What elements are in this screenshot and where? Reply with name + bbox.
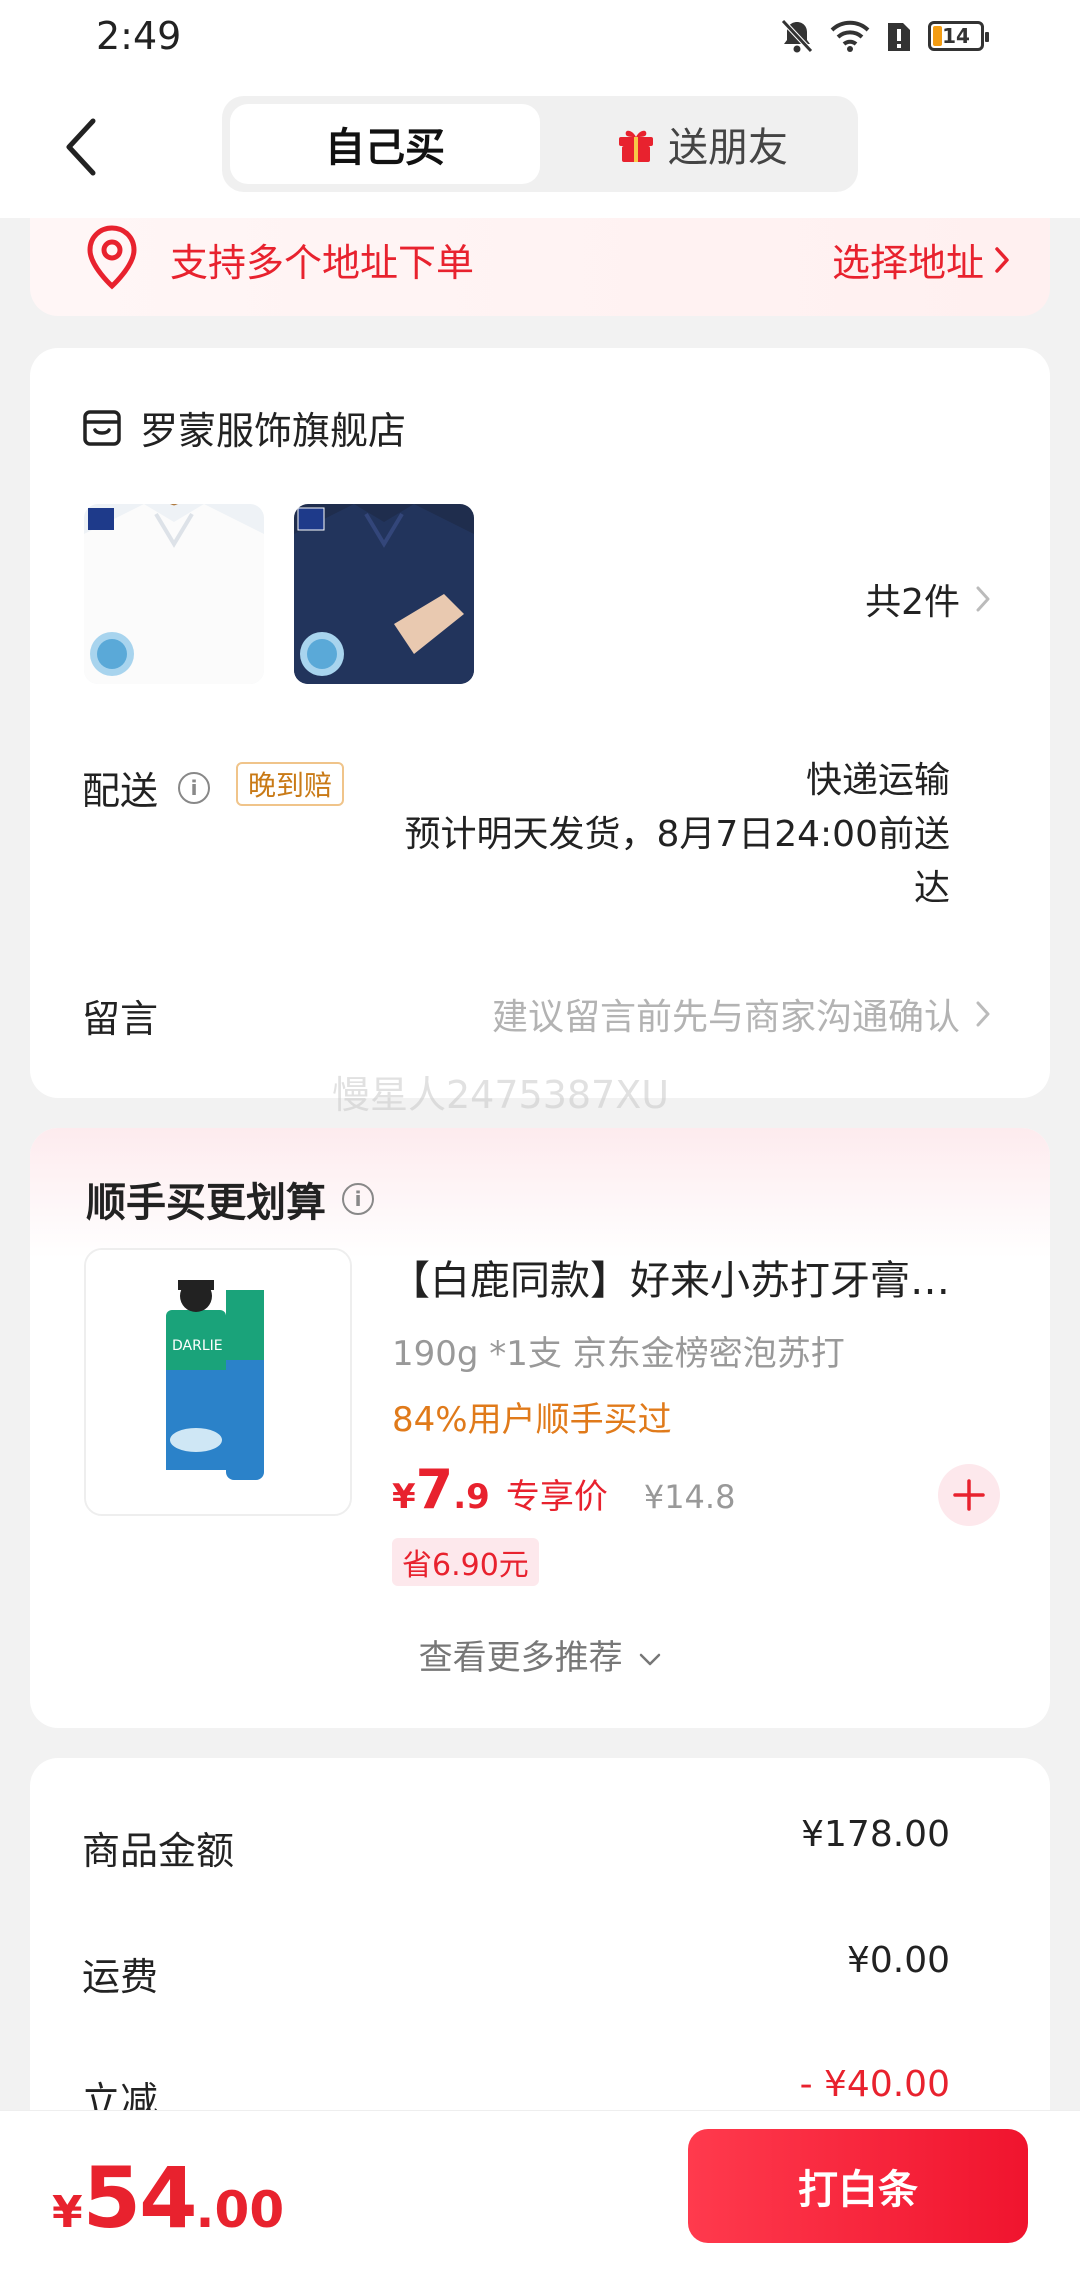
product-thumb-white-polo[interactable] <box>84 504 264 684</box>
status-bar: 2:49 14 <box>0 0 1080 76</box>
total-price: ¥ 54 .00 <box>52 2149 284 2247</box>
store-name: 罗蒙服饰旗舰店 <box>140 409 407 453</box>
item-count: 共2件 <box>865 582 960 623</box>
battery-icon: 14 <box>928 21 989 51</box>
total-integer: 54 <box>82 2149 198 2247</box>
select-address-label: 选择地址 <box>831 241 984 285</box>
total-currency: ¥ <box>52 2187 83 2238</box>
item-count-link[interactable]: 共2件 <box>865 573 990 625</box>
upsell-title-text: 顺手买更划算 <box>86 1180 326 1226</box>
freight-value: ¥0.00 <box>846 1940 950 1981</box>
chevron-right-icon <box>995 246 1009 273</box>
address-banner[interactable]: 支持多个地址下单 选择地址 <box>30 218 1050 316</box>
more-recommendations-button[interactable]: 查看更多推荐 <box>30 1630 1050 1679</box>
svg-text:DARLIE: DARLIE <box>172 1338 223 1354</box>
shipping-row: 配送 i <box>82 760 211 815</box>
more-recommendations-label: 查看更多推荐 <box>418 1638 623 1678</box>
pay-with-baitiao-button[interactable]: 打白条 <box>688 2129 1028 2243</box>
tab-gift-friend[interactable]: 送朋友 <box>552 104 852 184</box>
tab-self-buy[interactable]: 自己买 <box>230 104 540 184</box>
store-order-card: 罗蒙服饰旗舰店 共2件 配送 i 晚到赔 快递运输 预计明天发货，8月7日24:… <box>30 348 1050 1098</box>
price-integer: 7 <box>415 1458 454 1521</box>
chevron-left-icon <box>66 118 96 176</box>
sim-alert-icon <box>888 23 910 51</box>
purchase-mode-switch: 自己买 送朋友 <box>222 96 858 192</box>
store-icon <box>83 409 121 446</box>
price-currency: ¥ <box>392 1477 416 1517</box>
shipping-label: 配送 <box>82 769 159 813</box>
back-button[interactable] <box>56 114 106 180</box>
select-address-link[interactable]: 选择地址 <box>832 232 1010 287</box>
toothpaste-image[interactable]: DARLIE <box>84 1248 352 1516</box>
shipping-method: 快递运输 <box>805 760 950 801</box>
watermark: 慢星人2475387XU <box>332 1073 670 1117</box>
price-summary-card: 商品金额 ¥178.00 运费 ¥0.00 立减 - ¥40.00 <box>30 1758 1050 2158</box>
shipping-eta: 预计明天发货，8月7日24:00前送达 <box>404 814 950 909</box>
status-icons: 14 <box>780 18 989 54</box>
total-decimal: .00 <box>195 2181 285 2239</box>
goods-amount-value: ¥178.00 <box>801 1814 950 1855</box>
price-row: ¥ 7 .9 专享价 ¥14.8 <box>392 1458 735 1521</box>
discount-value: - ¥40.00 <box>799 2064 950 2105</box>
message-input[interactable]: 建议留言前先与商家沟通确认 <box>492 988 990 1040</box>
location-pin-icon <box>87 225 137 290</box>
message-label: 留言 <box>82 997 159 1041</box>
gift-icon <box>619 130 653 162</box>
info-icon[interactable]: i <box>178 771 211 804</box>
chevron-down-icon <box>640 1653 661 1665</box>
store-header[interactable]: 罗蒙服饰旗舰店 <box>82 400 406 455</box>
product-name[interactable]: 【白鹿同款】好来小苏打牙膏… <box>390 1248 1020 1306</box>
info-icon[interactable]: i <box>342 1183 374 1215</box>
bell-muted-icon <box>781 19 813 53</box>
tab-gift-label: 送朋友 <box>668 125 788 171</box>
checkout-bar: ¥ 54 .00 打白条 <box>0 2110 1080 2280</box>
chevron-right-icon <box>976 1001 990 1027</box>
upsell-card: 顺手买更划算 i DARLIE 【白鹿同款】好来小苏打牙膏… 190g *1支 … <box>30 1128 1050 1728</box>
address-hint: 支持多个地址下单 <box>170 241 475 285</box>
message-placeholder: 建议留言前先与商家沟通确认 <box>491 997 960 1038</box>
late-compensation-badge: 晚到赔 <box>236 762 345 806</box>
purchase-stat: 84%用户顺手买过 <box>392 1400 672 1440</box>
upsell-title: 顺手买更划算 i <box>86 1170 374 1228</box>
shipping-info[interactable]: 快递运输 预计明天发货，8月7日24:00前送达 <box>390 754 950 916</box>
header: 自己买 送朋友 <box>0 76 1080 218</box>
price-tag: 专享价 <box>505 1477 608 1517</box>
price-decimal: .9 <box>453 1477 490 1517</box>
wifi-icon <box>830 20 870 52</box>
original-price: ¥14.8 <box>643 1478 736 1516</box>
status-time: 2:49 <box>96 14 182 58</box>
product-spec: 190g *1支 京东金榜密泡苏打 <box>392 1334 845 1374</box>
battery-level: 14 <box>942 24 970 48</box>
product-thumb-navy-polo[interactable] <box>294 504 474 684</box>
add-to-order-button[interactable] <box>938 1464 1000 1526</box>
savings-badge: 省6.90元 <box>392 1538 539 1586</box>
plus-icon <box>953 1479 985 1511</box>
chevron-right-icon <box>976 586 990 612</box>
